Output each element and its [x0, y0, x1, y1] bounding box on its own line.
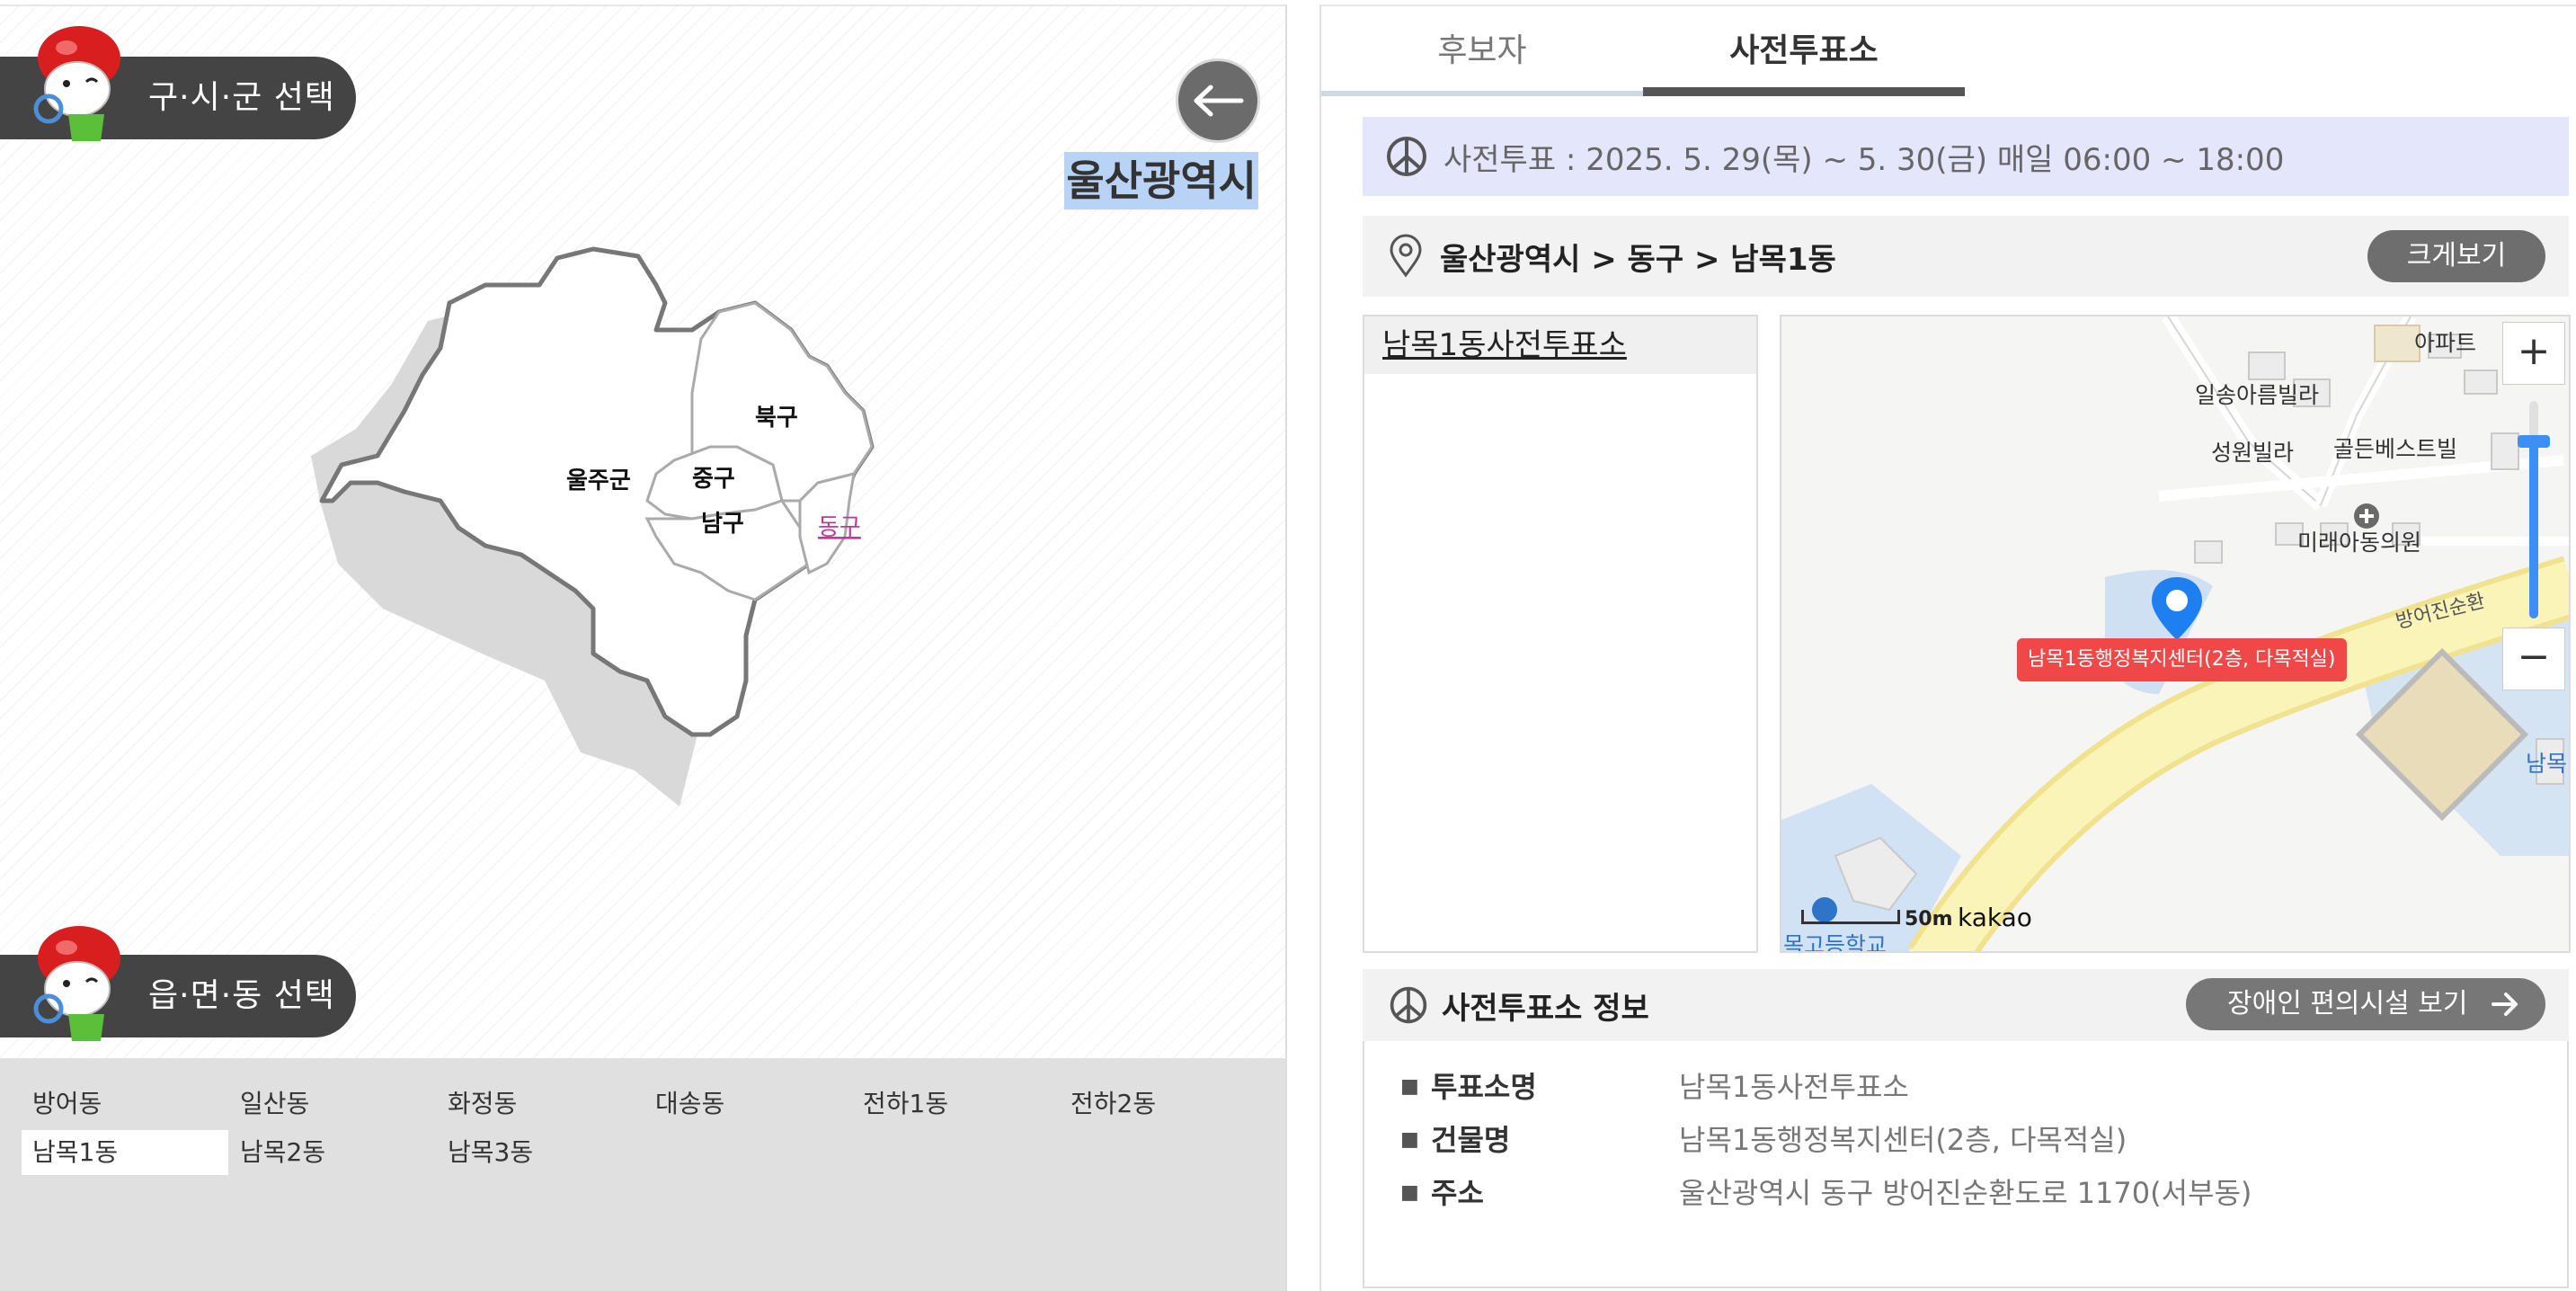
- zoom-slider-fill: [2529, 439, 2538, 619]
- dong-item[interactable]: 일산동: [229, 1082, 436, 1126]
- info-label: 건물명: [1431, 1123, 1511, 1157]
- info-label: 투표소명: [1431, 1070, 1537, 1104]
- dong-item[interactable]: 남목2동: [229, 1130, 436, 1175]
- bullet-icon: ■: [1400, 1075, 1419, 1098]
- map-label: 목고등학교: [1783, 932, 1888, 953]
- map-label-dong[interactable]: 동구: [818, 514, 861, 541]
- district-select-label: 구·시·군 선택: [148, 79, 335, 116]
- accessibility-button-label: 장애인 편의시설 보기: [2227, 988, 2468, 1019]
- dong-select-label: 읍·면·동 선택: [148, 977, 335, 1014]
- map-tiles: [1781, 316, 2569, 951]
- voting-period-banner: 사전투표 : 2025. 5. 29(목) ~ 5. 30(금) 매일 06:0…: [1363, 117, 2569, 196]
- breadcrumb: 울산광역시 > 동구 > 남목1동 크게보기: [1363, 216, 2569, 297]
- info-value: 남목1동사전투표소: [1679, 1070, 1909, 1104]
- dong-item[interactable]: 전하1동: [852, 1082, 1059, 1126]
- zoom-control: + −: [2502, 322, 2565, 690]
- enlarge-map-button[interactable]: 크게보기: [2367, 230, 2545, 282]
- dong-item[interactable]: 화정동: [437, 1082, 644, 1126]
- map-scale-bar: [1801, 910, 1900, 924]
- map-label: 골든베스트빌: [2333, 436, 2458, 462]
- ballot-stamp-icon: [1387, 137, 1426, 176]
- dong-item[interactable]: 전하2동: [1060, 1082, 1266, 1126]
- dong-item[interactable]: 대송동: [644, 1082, 851, 1126]
- zoom-in-button[interactable]: +: [2502, 322, 2565, 385]
- tab-candidates[interactable]: 후보자: [1321, 6, 1643, 96]
- map-label: 일송아름빌라: [2195, 382, 2320, 408]
- map-label-buk[interactable]: 북구: [755, 405, 798, 432]
- tab-bar: 후보자 사전투표소: [1321, 6, 2576, 96]
- station-list-item[interactable]: 남목1동사전투표소: [1364, 316, 1756, 374]
- back-button[interactable]: [1176, 58, 1260, 143]
- map-label: 성원빌라: [2211, 440, 2295, 466]
- breadcrumb-text: 울산광역시 > 동구 > 남목1동: [1440, 241, 1836, 278]
- region-title: 울산광역시: [1064, 152, 1258, 209]
- tab-early-vote[interactable]: 사전투표소: [1643, 6, 1965, 96]
- map-label-ulju[interactable]: 울주군: [566, 467, 631, 494]
- station-info-body: ■ 투표소명 남목1동사전투표소 ■ 건물명 남목1동행정복지센터(2층, 다목…: [1363, 1041, 2569, 1288]
- voting-period-text: 사전투표 : 2025. 5. 29(목) ~ 5. 30(금) 매일 06:0…: [1443, 141, 2285, 178]
- dong-item[interactable]: 남목3동: [437, 1130, 644, 1175]
- ballot-stamp-icon: [1390, 986, 1427, 1024]
- bullet-icon: ■: [1400, 1181, 1419, 1204]
- station-list: 남목1동사전투표소: [1363, 315, 1758, 953]
- bullet-icon: ■: [1400, 1128, 1419, 1151]
- info-label: 주소: [1431, 1176, 1484, 1210]
- dong-item[interactable]: 방어동: [22, 1082, 228, 1126]
- arrow-left-icon: [1194, 85, 1244, 117]
- map-label-jung[interactable]: 중구: [692, 466, 735, 493]
- zoom-slider-handle[interactable]: [2518, 435, 2550, 448]
- location-pin-icon: [1390, 234, 1422, 278]
- station-info-title: 사전투표소 정보: [1442, 990, 1649, 1027]
- map-label: 미래아동의원: [2297, 530, 2422, 556]
- info-value: 남목1동행정복지센터(2층, 다목적실): [1679, 1123, 2127, 1157]
- station-marker-label[interactable]: 남목1동행정복지센터(2층, 다목적실): [2017, 638, 2347, 681]
- zoom-out-button[interactable]: −: [2502, 628, 2565, 690]
- dong-list: 방어동 일산동 화정동 대송동 전하1동 전하2동 남목1동 남목2동 남목3동: [0, 1058, 1285, 1291]
- kakao-map[interactable]: 일송아름빌라 성원빌라 골든베스트빌 미래아동의원 아파트 방어진순환 남목 목…: [1780, 315, 2571, 953]
- map-label: 남목: [2526, 751, 2568, 777]
- polling-station-panel: 후보자 사전투표소 사전투표 : 2025. 5. 29(목) ~ 5. 30(…: [1319, 4, 2576, 1291]
- mascot-icon: [33, 26, 120, 141]
- region-select-panel: 구·시·군 선택 울산광역시 울주군 중구 북구 남구 동구 읍·면·동 선택: [0, 4, 1287, 1291]
- ulsan-district-map: 울주군 중구 북구 남구 동구: [311, 246, 875, 806]
- accessibility-facilities-button[interactable]: 장애인 편의시설 보기: [2186, 978, 2545, 1030]
- map-scale-label: 50m: [1905, 908, 1953, 930]
- map-label: 아파트: [2414, 330, 2477, 356]
- info-value: 울산광역시 동구 방어진순환도로 1170(서부동): [1679, 1176, 2252, 1210]
- station-info-header: 사전투표소 정보 장애인 편의시설 보기: [1363, 969, 2569, 1041]
- kakao-logo: kakao: [1958, 903, 2032, 932]
- map-label-nam[interactable]: 남구: [701, 511, 744, 538]
- dong-item-selected[interactable]: 남목1동: [22, 1130, 228, 1175]
- arrow-right-icon: [2492, 978, 2518, 1048]
- mascot-icon: [33, 926, 120, 1041]
